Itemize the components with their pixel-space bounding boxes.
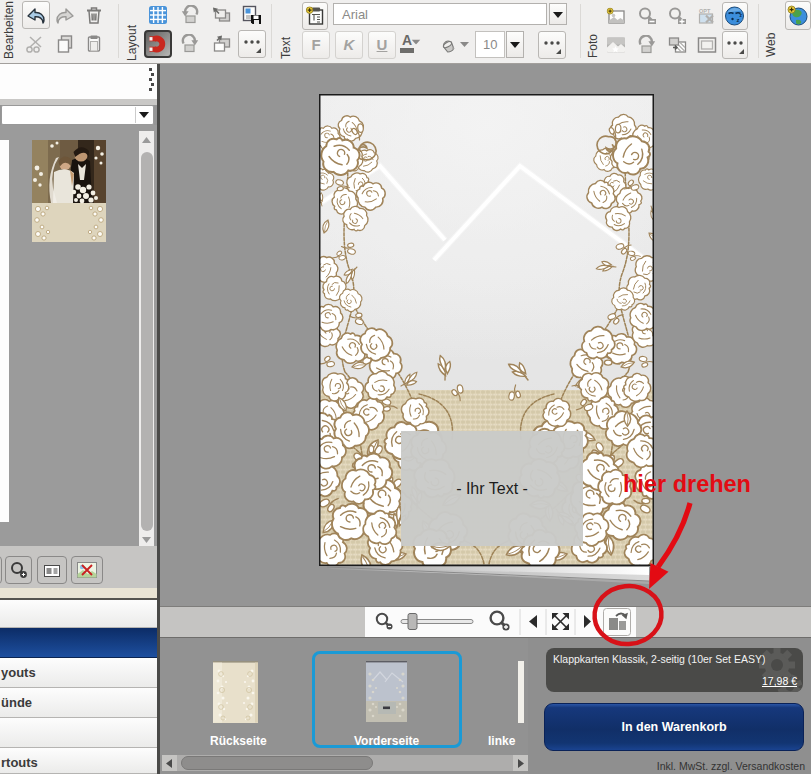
svg-text:OPT: OPT <box>699 8 711 14</box>
